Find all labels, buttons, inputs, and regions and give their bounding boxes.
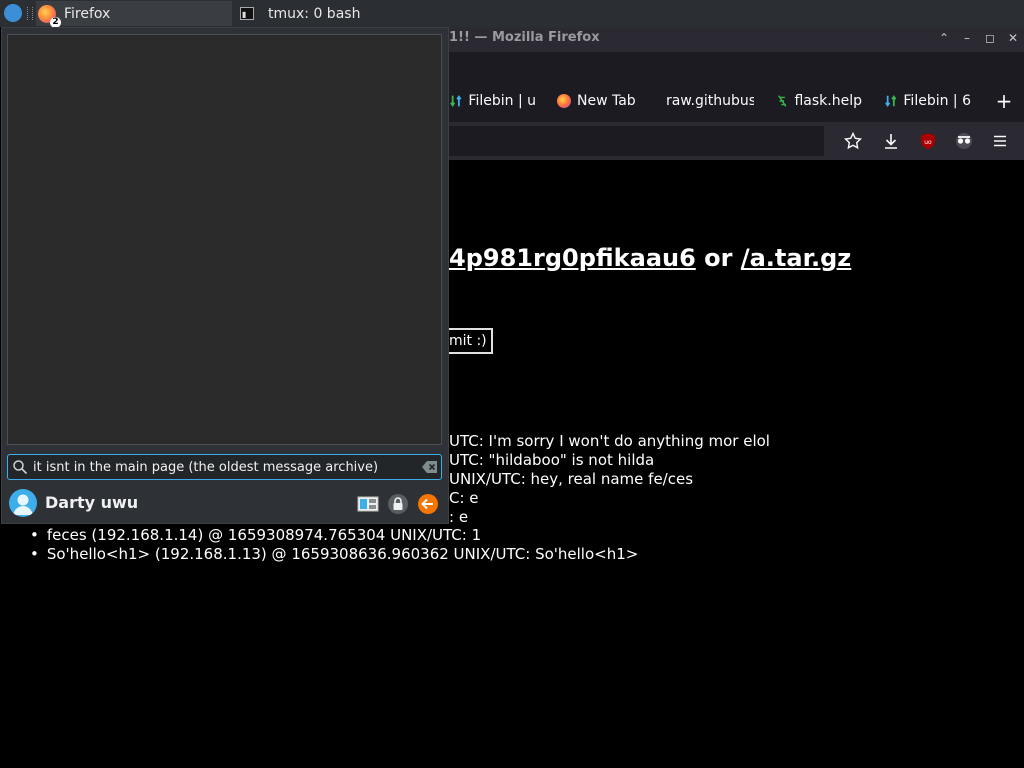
message-partial: : e <box>449 508 469 526</box>
bookmark-star-icon[interactable] <box>843 131 863 152</box>
lock-icon[interactable] <box>387 493 409 515</box>
app-launcher-icon[interactable] <box>4 4 22 22</box>
message-partial: UTC: "hildaboo" is not hilda <box>449 451 655 469</box>
taskbar-task-tmux[interactable]: ▮ tmux: 0 bash <box>234 1 434 26</box>
window-count-badge: 2 <box>50 16 61 28</box>
submit-button[interactable]: mit :) <box>449 328 493 354</box>
window-close-button[interactable]: ✕ <box>1005 30 1021 46</box>
tab-new-tab[interactable]: New Tab <box>557 90 647 112</box>
download-icon[interactable] <box>881 132 901 152</box>
browser-window-title: 1!! — Mozilla Firefox <box>449 30 600 45</box>
svg-text:uo: uo <box>924 139 932 146</box>
url-bar[interactable] <box>449 126 824 156</box>
window-keep-above-button[interactable]: ⌃ <box>936 30 952 46</box>
taskbar-task-label: Firefox <box>64 5 111 22</box>
taskbar-task-label: tmux: 0 bash <box>268 5 361 22</box>
private-mask-icon[interactable] <box>954 132 974 152</box>
terminal-icon: ▮ <box>240 7 254 20</box>
chat-input[interactable] <box>33 457 411 477</box>
tab-flask-help[interactable]: flask.help <box>776 90 862 112</box>
filebin-icon <box>450 94 462 108</box>
layout-icon[interactable] <box>357 493 379 515</box>
chat-log[interactable] <box>7 34 442 445</box>
clear-text-icon[interactable] <box>421 459 439 475</box>
message-partial: UNIX/UTC: hey, real name fe/ces <box>449 470 694 488</box>
list-item: feces (192.168.1.14) @ 1659308974.765304… <box>30 526 638 545</box>
taskbar-grip[interactable] <box>27 7 33 20</box>
username: Darty uwu <box>45 493 139 512</box>
new-tab-button[interactable]: + <box>995 90 1013 112</box>
flask-icon <box>778 95 787 107</box>
window-minimize-button[interactable]: – <box>959 30 975 46</box>
search-icon <box>13 460 28 475</box>
firefox-icon <box>557 94 571 108</box>
window-maximize-button[interactable]: ◻ <box>982 30 998 46</box>
message-partial: C: e <box>449 489 479 507</box>
taskbar-task-firefox[interactable]: 2 Firefox <box>36 1 232 28</box>
taskbar: 2 Firefox ▮ tmux: 0 bash <box>0 0 1024 28</box>
message-partial: UTC: I'm sorry I won't do anything mor e… <box>449 432 770 450</box>
avatar[interactable] <box>9 489 37 517</box>
page-heading: 4p981rg0pfikaau6 or /a.tar.gz <box>449 244 851 272</box>
filebin-icon <box>885 94 897 108</box>
back-arrow-icon[interactable] <box>417 493 439 515</box>
heading-or-text: or <box>695 244 741 272</box>
file-link[interactable]: 4p981rg0pfikaau6 <box>449 244 696 272</box>
archive-link[interactable]: /a.tar.gz <box>741 244 851 272</box>
ublock-icon[interactable]: uo <box>918 132 938 152</box>
hamburger-menu-icon[interactable] <box>990 132 1010 152</box>
list-item: So'hello<h1> (192.168.1.13) @ 1659308636… <box>30 545 638 564</box>
tab-raw-githubusercontent[interactable]: raw.githubus <box>666 90 754 112</box>
firefox-icon: 2 <box>38 4 61 28</box>
message-list: feces (192.168.1.14) @ 1659308974.765304… <box>30 526 638 564</box>
tab-filebin-2[interactable]: Filebin | 6 <box>885 90 971 112</box>
tab-filebin-1[interactable]: Filebin | u <box>450 90 536 112</box>
